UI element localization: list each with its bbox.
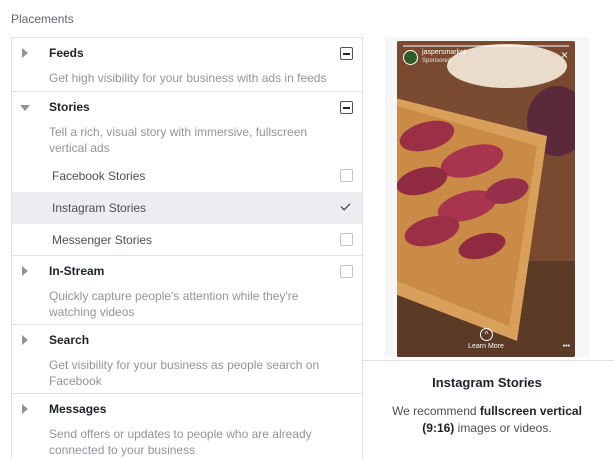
- placements-panel: Feeds Get high visibility for your busin…: [11, 37, 363, 459]
- chevron-down-icon[interactable]: [20, 105, 30, 111]
- chevron-up-icon: ^: [480, 328, 493, 341]
- chevron-right-icon[interactable]: [22, 335, 28, 345]
- instream-title: In-Stream: [49, 264, 105, 278]
- more-options-icon[interactable]: •••: [563, 343, 570, 350]
- stories-item-messenger[interactable]: Messenger Stories: [12, 224, 362, 256]
- messages-description: Send offers or updates to people who are…: [49, 427, 312, 457]
- placements-header: Placements: [11, 12, 74, 26]
- stories-item-label: Messenger Stories: [52, 233, 153, 247]
- messages-header[interactable]: Messages: [12, 394, 362, 426]
- chevron-right-icon[interactable]: [22, 404, 28, 414]
- sponsored-label: Sponsored: [422, 58, 452, 64]
- preview-divider: [363, 360, 614, 361]
- close-icon[interactable]: ×: [561, 49, 568, 61]
- section-search: Search Get visibility for your business …: [12, 325, 362, 394]
- instream-checkbox[interactable]: [340, 265, 353, 278]
- tart-image: [397, 41, 575, 357]
- stories-item-label: Facebook Stories: [52, 169, 146, 183]
- learn-more-cta[interactable]: Learn More: [397, 343, 575, 350]
- instream-description: Quickly capture people's attention while…: [49, 289, 299, 319]
- feeds-description: Get high visibility for your business wi…: [49, 71, 327, 85]
- messages-title: Messages: [49, 402, 107, 416]
- search-title: Search: [49, 333, 90, 347]
- preview-title: Instagram Stories: [432, 375, 542, 390]
- story-progress-bar: [403, 45, 569, 47]
- preview-recommendation: We recommend fullscreen vertical (9:16) …: [375, 403, 599, 437]
- feeds-title: Feeds: [49, 46, 84, 60]
- search-description: Get visibility for your business as peop…: [49, 358, 320, 388]
- section-messages: Messages Send offers or updates to peopl…: [12, 394, 362, 459]
- stories-item-label: Instagram Stories: [52, 201, 147, 215]
- avatar: [403, 50, 418, 65]
- rec-prefix: We recommend: [392, 404, 480, 418]
- account-name: jaspersmarket: [422, 49, 466, 56]
- feeds-header[interactable]: Feeds: [12, 38, 362, 70]
- section-instream: In-Stream Quickly capture people's atten…: [12, 256, 362, 325]
- story-preview-image: jaspersmarket Sponsored × ^ Learn More •…: [397, 41, 575, 357]
- section-feeds: Feeds Get high visibility for your busin…: [12, 38, 362, 92]
- stories-item-facebook[interactable]: Facebook Stories: [12, 160, 362, 192]
- stories-item-instagram[interactable]: Instagram Stories: [12, 192, 362, 224]
- section-stories: Stories Tell a rich, visual story with i…: [12, 92, 362, 256]
- feeds-checkbox[interactable]: [340, 47, 353, 60]
- stories-header[interactable]: Stories: [12, 92, 362, 124]
- search-header[interactable]: Search: [12, 325, 362, 357]
- ad-preview: jaspersmarket Sponsored × ^ Learn More •…: [385, 37, 589, 357]
- stories-title: Stories: [49, 100, 90, 114]
- rec-suffix: images or videos.: [454, 421, 552, 435]
- stories-checkbox[interactable]: [340, 101, 353, 114]
- chevron-right-icon[interactable]: [22, 266, 28, 276]
- chevron-right-icon[interactable]: [22, 48, 28, 58]
- facebook-stories-checkbox[interactable]: [340, 169, 353, 182]
- stories-description: Tell a rich, visual story with immersive…: [49, 125, 308, 155]
- messenger-stories-checkbox[interactable]: [340, 233, 353, 246]
- instagram-stories-checkbox[interactable]: [340, 201, 353, 214]
- instream-header[interactable]: In-Stream: [12, 256, 362, 288]
